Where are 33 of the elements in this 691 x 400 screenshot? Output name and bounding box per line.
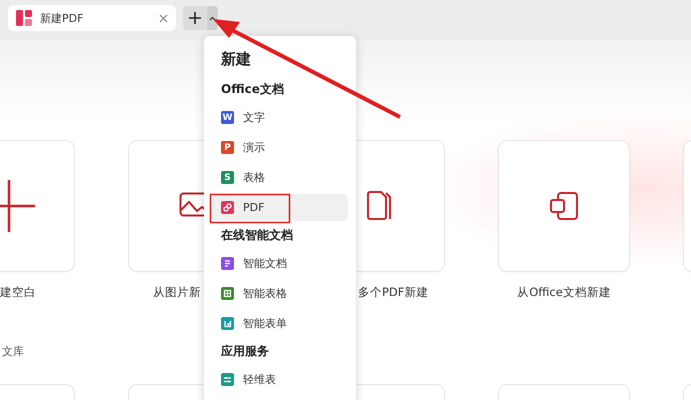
menu-item[interactable]: 智能表单 [212,310,348,337]
section-label: 文库 [2,344,24,359]
card-label: 多个PDF新建 [358,285,428,300]
app-icon: W [221,111,234,124]
group-heading: Office文档 [220,81,285,98]
app-icon: P [221,141,234,154]
card-label: 从Office文档新建 [517,285,611,300]
document-tab[interactable]: 新建PDF [8,5,176,31]
group-heading: 应用服务 [220,343,270,360]
dropdown-button[interactable] [207,6,218,30]
menu-title: 新建 [220,50,252,69]
menu-item[interactable]: 智能表格 [212,280,348,307]
convert-icon [549,191,579,221]
app-icon [221,317,234,330]
app-icon [221,257,234,270]
app-icon [221,201,234,214]
app-icon [221,287,234,300]
documents-icon [365,191,393,221]
plus-icon [189,12,201,24]
pdf-app-icon [16,10,32,26]
group-heading: 在线智能文档 [220,227,294,244]
tab-title: 新建PDF [40,10,84,26]
menu-item[interactable]: P 演示 [212,134,348,161]
menu-item[interactable]: 智能文档 [212,250,348,277]
menu-item[interactable]: PDF [212,194,348,221]
menu-item[interactable]: W 文字 [212,104,348,131]
card-label: 从图片新 [153,285,201,300]
menu-item[interactable]: 轻维表 [212,366,348,393]
app-icon: S [221,171,234,184]
card-label: 建空白 [0,285,36,300]
menu-item[interactable]: S 表格 [212,164,348,191]
close-icon[interactable] [159,14,168,22]
app-icon [221,373,234,386]
